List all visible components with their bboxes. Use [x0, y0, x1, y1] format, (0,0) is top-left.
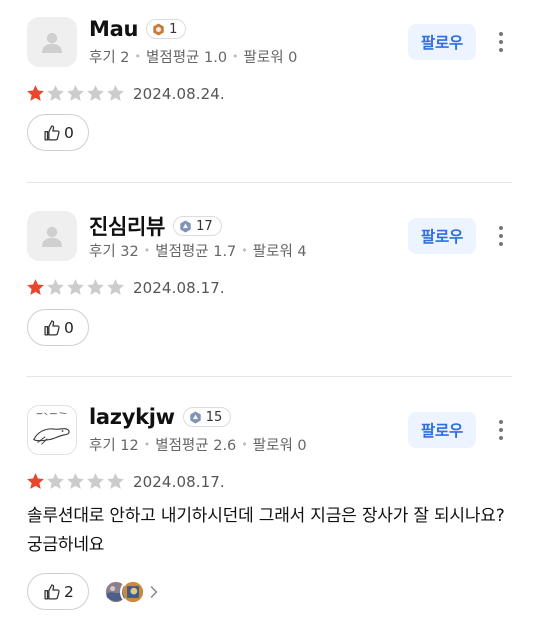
- follower-count: 팔로워 0: [243, 50, 298, 66]
- star-filled-icon: [27, 279, 44, 295]
- star-empty-icon: [107, 85, 124, 101]
- separator-dot: •: [241, 244, 248, 257]
- follower-count: 팔로워 4: [252, 244, 307, 260]
- avatar[interactable]: [27, 405, 77, 455]
- reviewer-header: 진심리뷰 17: [89, 211, 222, 241]
- separator-dot: •: [232, 50, 239, 63]
- level-number: 1: [169, 21, 178, 37]
- review-count: 후기 2: [89, 50, 130, 66]
- level-badge: 17: [173, 216, 222, 236]
- bronze-level-icon: [153, 23, 164, 35]
- rating-row: 2024.08.17.: [26, 472, 225, 491]
- level-badge: 15: [182, 407, 232, 427]
- thumbs-up-icon: [44, 319, 60, 335]
- review-date: 2024.08.17.: [133, 472, 225, 491]
- more-vertical-icon[interactable]: [491, 24, 511, 60]
- rating-average: 별점평균 2.6: [155, 438, 237, 454]
- follow-button[interactable]: 팔로우: [408, 218, 476, 254]
- review-date: 2024.08.17.: [133, 278, 225, 297]
- rating-average: 별점평균 1.7: [155, 244, 237, 260]
- star-rating: [26, 84, 125, 103]
- follow-button[interactable]: 팔로우: [408, 412, 476, 448]
- like-button[interactable]: 0: [27, 114, 89, 151]
- rating-row: 2024.08.24.: [26, 84, 225, 103]
- star-empty-icon: [47, 279, 64, 295]
- star-rating: [26, 278, 125, 297]
- level-badge: 1: [146, 19, 187, 39]
- thumbs-up-icon: [44, 583, 60, 599]
- thumbs-up-icon: [44, 124, 60, 140]
- separator-dot: •: [143, 438, 151, 451]
- more-vertical-icon[interactable]: [491, 218, 511, 254]
- reviewer-name[interactable]: Mau: [89, 17, 138, 41]
- chevron-right-icon: [150, 586, 158, 598]
- star-empty-icon: [87, 85, 104, 101]
- default-user-icon: [42, 32, 62, 53]
- rating-row: 2024.08.17.: [26, 278, 225, 297]
- like-count: 2: [64, 582, 74, 601]
- reviewer-name[interactable]: 진심리뷰: [89, 211, 165, 241]
- star-empty-icon: [67, 473, 84, 489]
- follow-button[interactable]: 팔로우: [408, 24, 476, 60]
- silver-level-icon: [180, 220, 191, 232]
- more-vertical-icon[interactable]: [491, 412, 511, 448]
- reviewer-stats: 후기 32 • 별점평균 1.7 • 팔로워 4: [89, 240, 307, 261]
- separator-dot: •: [143, 244, 151, 257]
- star-empty-icon: [47, 85, 64, 101]
- reviewer-stats: 후기 12 • 별점평균 2.6 • 팔로워 0: [89, 434, 307, 455]
- reviewer-header: lazykjw 15: [89, 405, 232, 429]
- follower-count: 팔로워 0: [252, 438, 307, 454]
- default-user-icon: [42, 226, 62, 247]
- reviewer-stats: 후기 2 • 별점평균 1.0 • 팔로워 0: [89, 46, 297, 67]
- star-empty-icon: [107, 473, 124, 489]
- review-text: 솔루션대로 안하고 내기하시던데 그래서 지금은 장사가 잘 되시나요? 궁금하…: [27, 506, 505, 555]
- star-empty-icon: [67, 279, 84, 295]
- star-filled-icon: [27, 85, 44, 101]
- level-number: 15: [205, 409, 223, 425]
- like-button[interactable]: 2: [27, 573, 89, 610]
- review-date: 2024.08.24.: [133, 84, 225, 103]
- like-count: 0: [64, 318, 74, 337]
- star-empty-icon: [47, 473, 64, 489]
- rating-average: 별점평균 1.0: [146, 50, 228, 66]
- separator-dot: •: [241, 438, 248, 451]
- star-empty-icon: [87, 279, 104, 295]
- star-empty-icon: [107, 279, 124, 295]
- like-count: 0: [64, 123, 74, 142]
- like-button[interactable]: 0: [27, 309, 89, 346]
- review-divider: [26, 376, 512, 377]
- review-divider: [26, 182, 512, 183]
- star-rating: [26, 472, 125, 491]
- avatar[interactable]: [27, 211, 77, 261]
- avatar[interactable]: [27, 17, 77, 67]
- review-count: 후기 12: [89, 438, 139, 454]
- silver-level-icon: [190, 411, 201, 423]
- reviewer-name[interactable]: lazykjw: [89, 405, 175, 429]
- level-number: 17: [196, 218, 213, 234]
- separator-dot: •: [134, 50, 142, 63]
- star-empty-icon: [87, 473, 104, 489]
- reaction-photo-2: [120, 579, 146, 605]
- star-empty-icon: [67, 85, 84, 101]
- review-count: 후기 32: [89, 244, 139, 260]
- custom-avatar-drawing: [33, 412, 70, 445]
- reviewer-header: Mau 1: [89, 17, 187, 41]
- star-filled-icon: [27, 473, 44, 489]
- reaction-photos[interactable]: [103, 579, 160, 605]
